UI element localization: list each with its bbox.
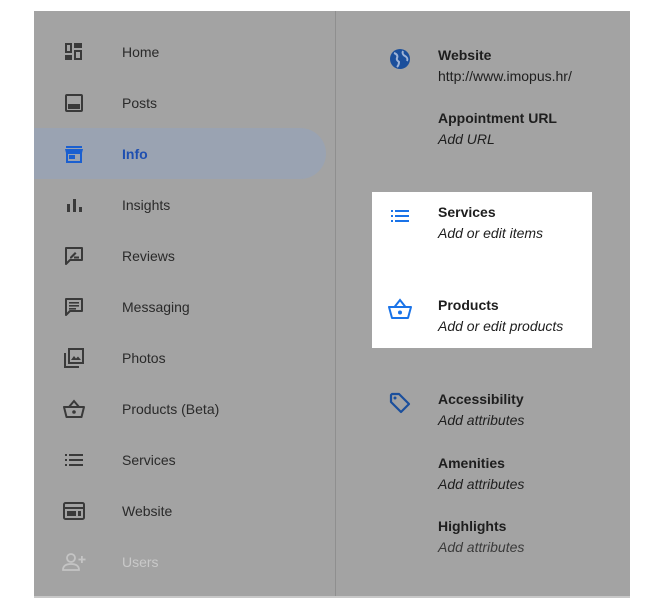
shopping-basket-icon bbox=[62, 397, 86, 421]
storefront-icon bbox=[62, 142, 86, 166]
sidebar-item-label: Products (Beta) bbox=[122, 400, 220, 417]
products-value[interactable]: Add or edit products bbox=[438, 318, 563, 334]
sidebar-item-label: Insights bbox=[122, 196, 171, 213]
website-url[interactable]: http://www.imopus.hr/ bbox=[438, 68, 572, 84]
sidebar-item-reviews[interactable]: Reviews bbox=[34, 230, 326, 281]
add-user-icon bbox=[62, 550, 86, 574]
list-icon bbox=[62, 448, 86, 472]
sidebar-item-photos[interactable]: Photos bbox=[34, 332, 326, 383]
sidebar-item-posts[interactable]: Posts bbox=[34, 77, 326, 128]
sidebar-item-products-beta[interactable]: Products (Beta) bbox=[34, 383, 326, 434]
sidebar-item-website[interactable]: Website bbox=[34, 485, 326, 536]
sidebar-item-label: Messaging bbox=[122, 298, 190, 315]
amenities-title: Amenities bbox=[438, 455, 505, 471]
posts-icon bbox=[62, 91, 86, 115]
sidebar-item-info[interactable]: Info bbox=[34, 128, 326, 179]
sidebar-item-services[interactable]: Services bbox=[34, 434, 326, 485]
sidebar-item-label: Photos bbox=[122, 349, 166, 366]
sidebar-item-label: Website bbox=[122, 502, 173, 519]
rate-review-icon bbox=[62, 244, 86, 268]
sidebar-item-label: Users bbox=[122, 553, 159, 570]
highlights-title: Highlights bbox=[438, 518, 507, 534]
sidebar-item-label: Reviews bbox=[122, 247, 175, 264]
app-frame: Home Posts Info Insights Reviews Messagi… bbox=[34, 11, 630, 596]
accessibility-title: Accessibility bbox=[438, 391, 524, 407]
highlights-value[interactable]: Add attributes bbox=[438, 539, 524, 555]
sidebar-item-label: Posts bbox=[122, 94, 158, 111]
website-title: Website bbox=[438, 47, 492, 63]
sidebar: Home Posts Info Insights Reviews Messagi… bbox=[34, 11, 335, 596]
sidebar-item-home[interactable]: Home bbox=[34, 26, 326, 77]
globe-icon bbox=[388, 47, 412, 71]
frame-bottom-edge bbox=[34, 596, 630, 598]
list-icon bbox=[388, 204, 412, 228]
appointment-url-title: Appointment URL bbox=[438, 110, 557, 126]
label-tag-icon bbox=[388, 391, 412, 415]
bar-chart-icon bbox=[62, 193, 86, 217]
dashboard-icon bbox=[62, 40, 86, 64]
message-icon bbox=[62, 295, 86, 319]
services-value[interactable]: Add or edit items bbox=[438, 225, 543, 241]
appointment-url-value[interactable]: Add URL bbox=[438, 131, 495, 147]
sidebar-item-users[interactable]: Users bbox=[34, 536, 326, 587]
sidebar-item-label: Services bbox=[122, 451, 176, 468]
shopping-basket-icon bbox=[388, 297, 412, 321]
accessibility-value[interactable]: Add attributes bbox=[438, 412, 524, 428]
amenities-value[interactable]: Add attributes bbox=[438, 476, 524, 492]
products-title: Products bbox=[438, 297, 499, 313]
sidebar-item-messaging[interactable]: Messaging bbox=[34, 281, 326, 332]
photo-library-icon bbox=[62, 346, 86, 370]
sidebar-item-insights[interactable]: Insights bbox=[34, 179, 326, 230]
sidebar-item-label: Info bbox=[122, 145, 148, 162]
services-title: Services bbox=[438, 204, 496, 220]
sidebar-item-label: Home bbox=[122, 43, 160, 60]
web-icon bbox=[62, 499, 86, 523]
info-details: Website http://www.imopus.hr/ Appointmen… bbox=[336, 11, 630, 596]
